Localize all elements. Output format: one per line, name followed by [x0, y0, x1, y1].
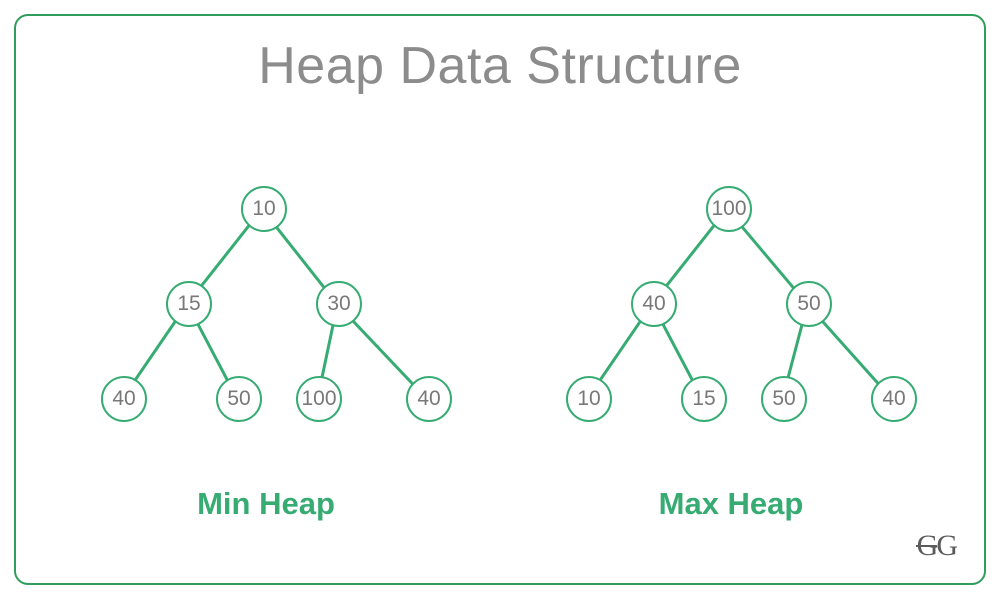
max-heap-node: 40 — [871, 376, 917, 422]
max-heap-node: 100 — [706, 186, 752, 232]
min-heap-label: Min Heap — [146, 486, 386, 522]
min-heap-node: 50 — [216, 376, 262, 422]
diagram-title: Heap Data Structure — [16, 36, 984, 96]
min-heap-node: 10 — [241, 186, 287, 232]
min-heap-node: 40 — [406, 376, 452, 422]
min-heap-node: 15 — [166, 281, 212, 327]
max-heap-node: 15 — [681, 376, 727, 422]
min-heap-node: 40 — [101, 376, 147, 422]
max-heap-node: 50 — [786, 281, 832, 327]
max-heap-label: Max Heap — [601, 486, 861, 522]
max-heap-node: 10 — [566, 376, 612, 422]
diagram-frame: Heap Data Structure 10 15 30 40 50 100 40 100 40… — [14, 14, 986, 585]
min-heap-node: 100 — [296, 376, 342, 422]
min-heap-node: 30 — [316, 281, 362, 327]
max-heap-node: 40 — [631, 281, 677, 327]
logo-icon: GG — [917, 529, 956, 563]
max-heap-node: 50 — [761, 376, 807, 422]
